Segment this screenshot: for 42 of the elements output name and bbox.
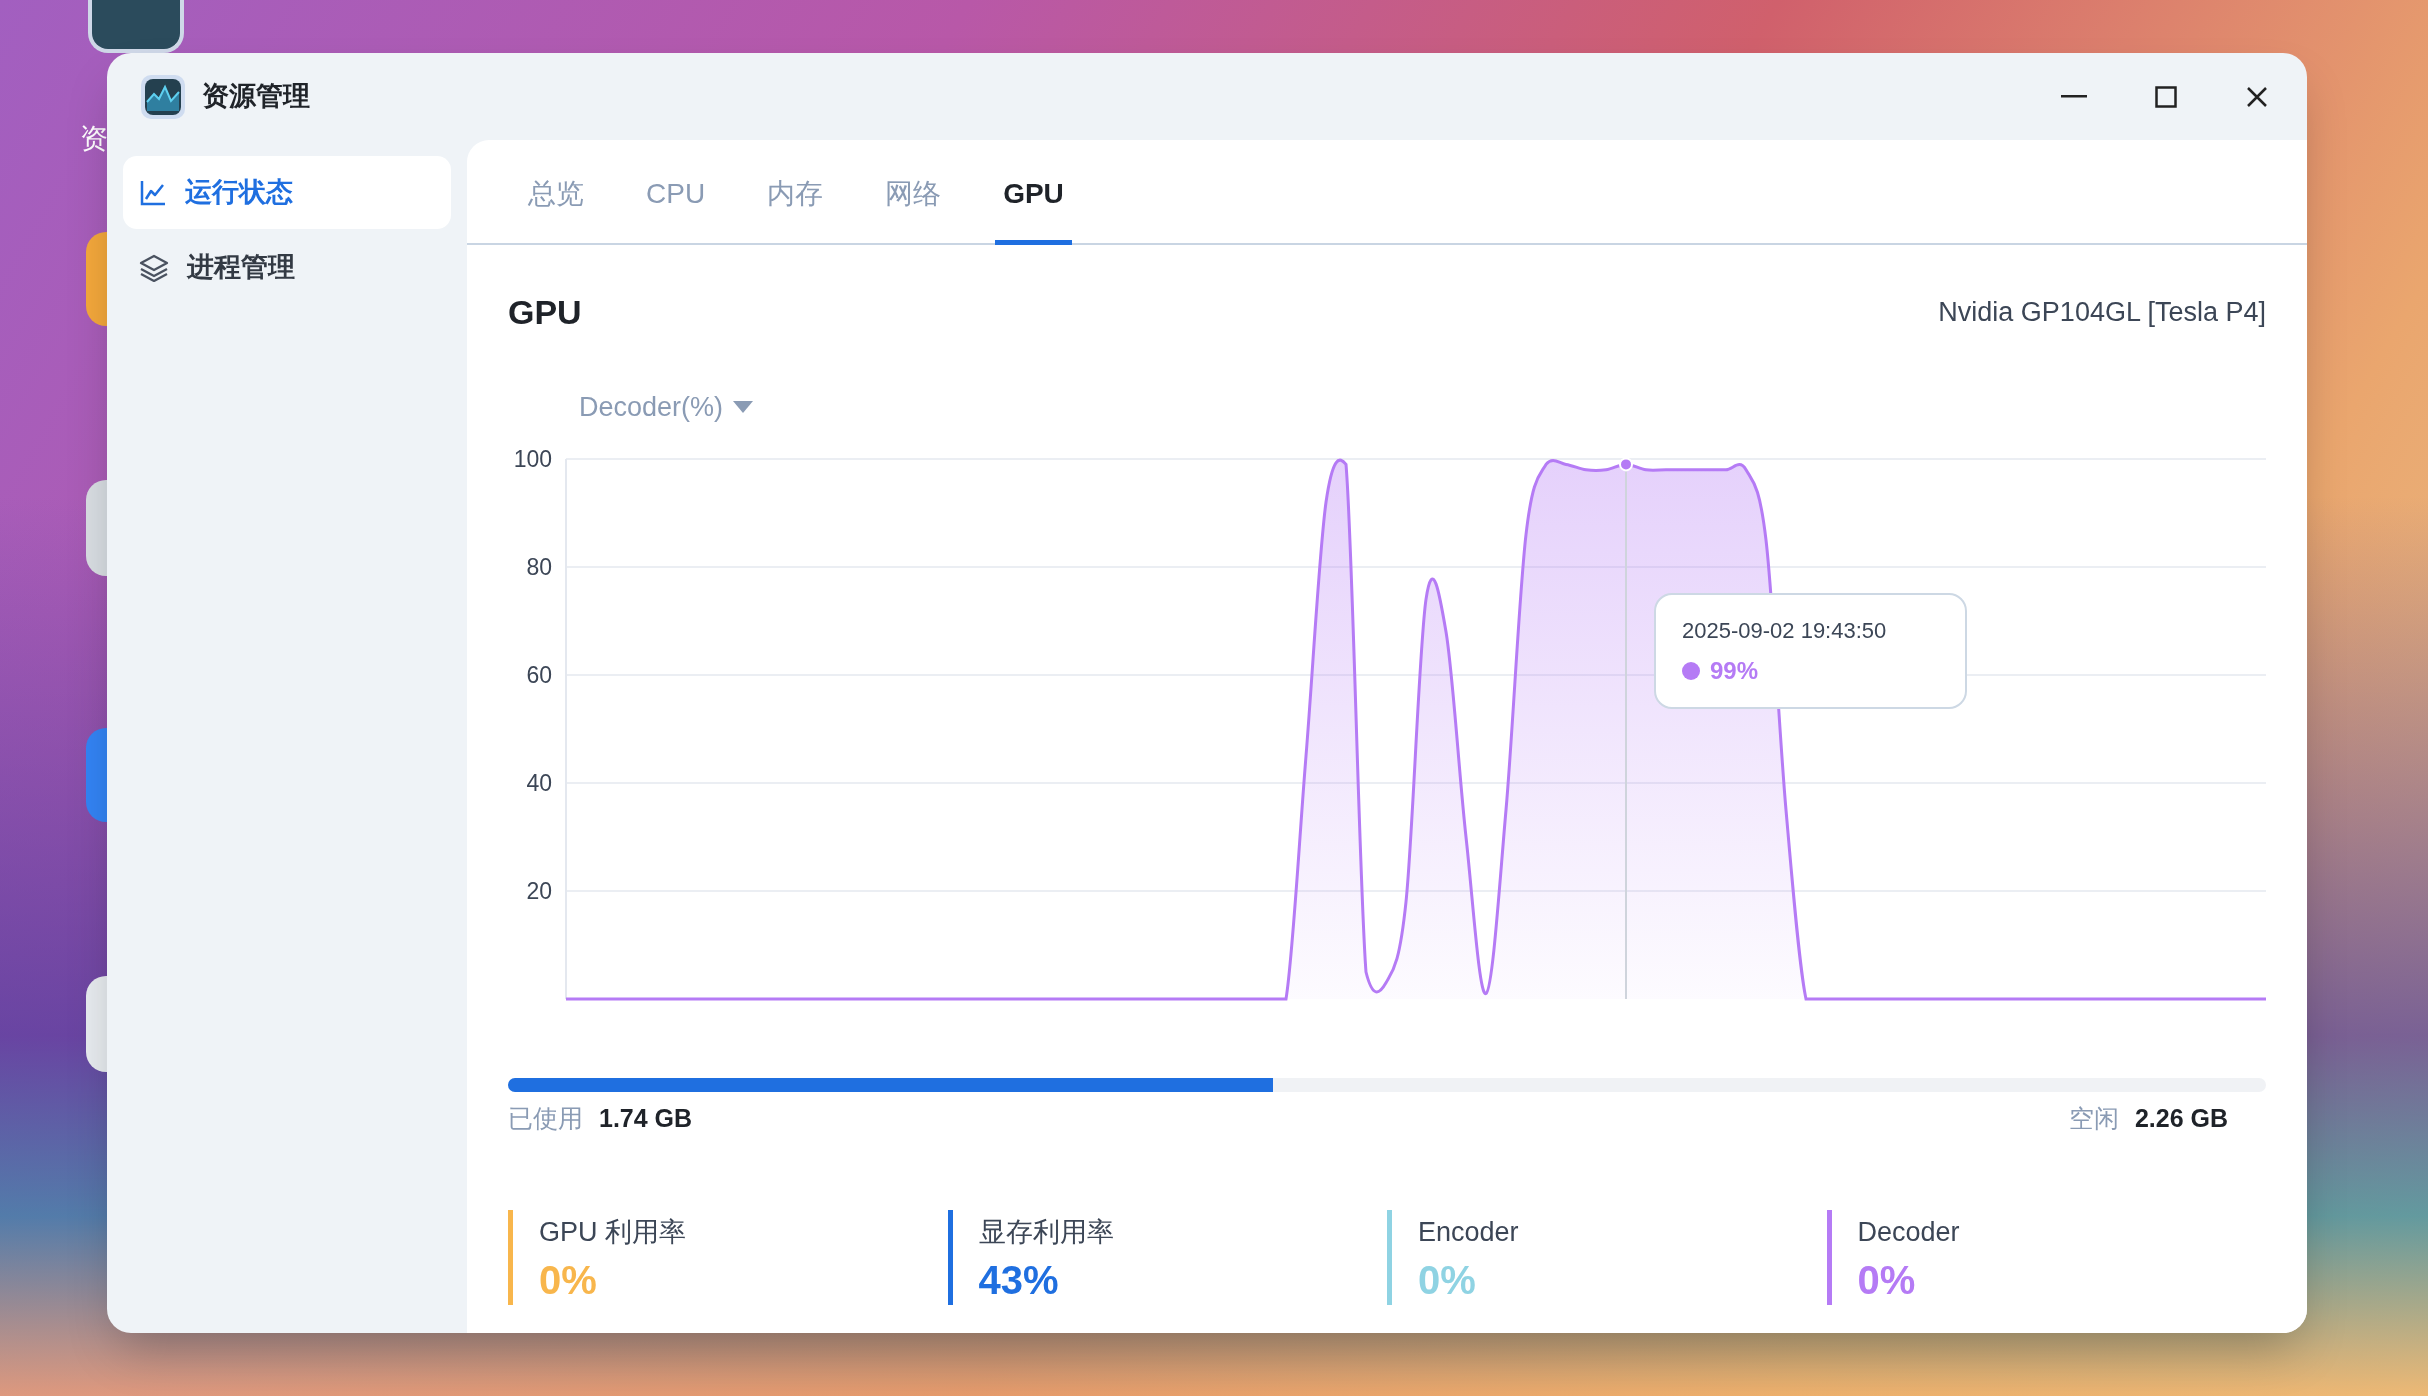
stat-label: 显存利用率 bbox=[978, 1216, 1114, 1250]
stat-label: Encoder bbox=[1418, 1216, 1519, 1250]
free-label: 空闲 bbox=[2068, 1103, 2119, 1135]
layers-icon bbox=[139, 253, 169, 282]
section-title: GPU bbox=[508, 291, 582, 333]
axis-label: 100 bbox=[513, 446, 552, 472]
app-icon[interactable] bbox=[88, 0, 184, 53]
tooltip-time: 2025-09-02 19:43:50 bbox=[1682, 616, 1888, 645]
app-icon[interactable] bbox=[86, 976, 107, 1072]
stat-value: 0% bbox=[539, 1256, 598, 1303]
axis-label: 80 bbox=[526, 554, 552, 580]
axis-label: 20 bbox=[526, 878, 552, 904]
stat-value: 43% bbox=[978, 1256, 1060, 1303]
free-value: 2.26 GB bbox=[2134, 1103, 2228, 1135]
series-dropdown[interactable]: Decoder(%) bbox=[579, 386, 754, 428]
tab[interactable]: GPU bbox=[995, 147, 1072, 245]
window-title: 资源管理 bbox=[202, 80, 310, 114]
maximize-icon bbox=[2155, 85, 2177, 108]
app-icon[interactable] bbox=[86, 480, 107, 576]
close-icon bbox=[2246, 85, 2268, 108]
tooltip-value: 99% bbox=[1710, 655, 1759, 686]
app-logo-icon bbox=[140, 73, 186, 120]
data-point bbox=[1619, 457, 1633, 472]
axis-label: 40 bbox=[526, 770, 552, 796]
sidebar-item[interactable]: 运行状态 bbox=[123, 156, 451, 229]
desktop-icon-label: 资 bbox=[80, 122, 108, 156]
tab[interactable]: 网络 bbox=[877, 147, 950, 245]
stat-label: GPU 利用率 bbox=[539, 1216, 686, 1250]
used-value: 1.74 GB bbox=[599, 1103, 693, 1135]
stat-value: 0% bbox=[1418, 1256, 1477, 1303]
tab[interactable]: 总览 bbox=[520, 147, 592, 245]
stat-value: 0% bbox=[1857, 1256, 1917, 1303]
chart-icon bbox=[139, 178, 167, 207]
tab[interactable]: CPU bbox=[638, 147, 714, 245]
used-label: 已使用 bbox=[508, 1103, 583, 1135]
tab[interactable]: 内存 bbox=[759, 147, 832, 245]
axis-label: 60 bbox=[526, 662, 552, 688]
caret-icon bbox=[733, 401, 754, 413]
stat-label: Decoder bbox=[1857, 1216, 1960, 1250]
gpu-model: Nvidia GP104GL [Tesla P4] bbox=[1938, 295, 2266, 329]
minimize-icon bbox=[2061, 94, 2087, 99]
sidebar-item[interactable]: 进程管理 bbox=[123, 231, 451, 304]
